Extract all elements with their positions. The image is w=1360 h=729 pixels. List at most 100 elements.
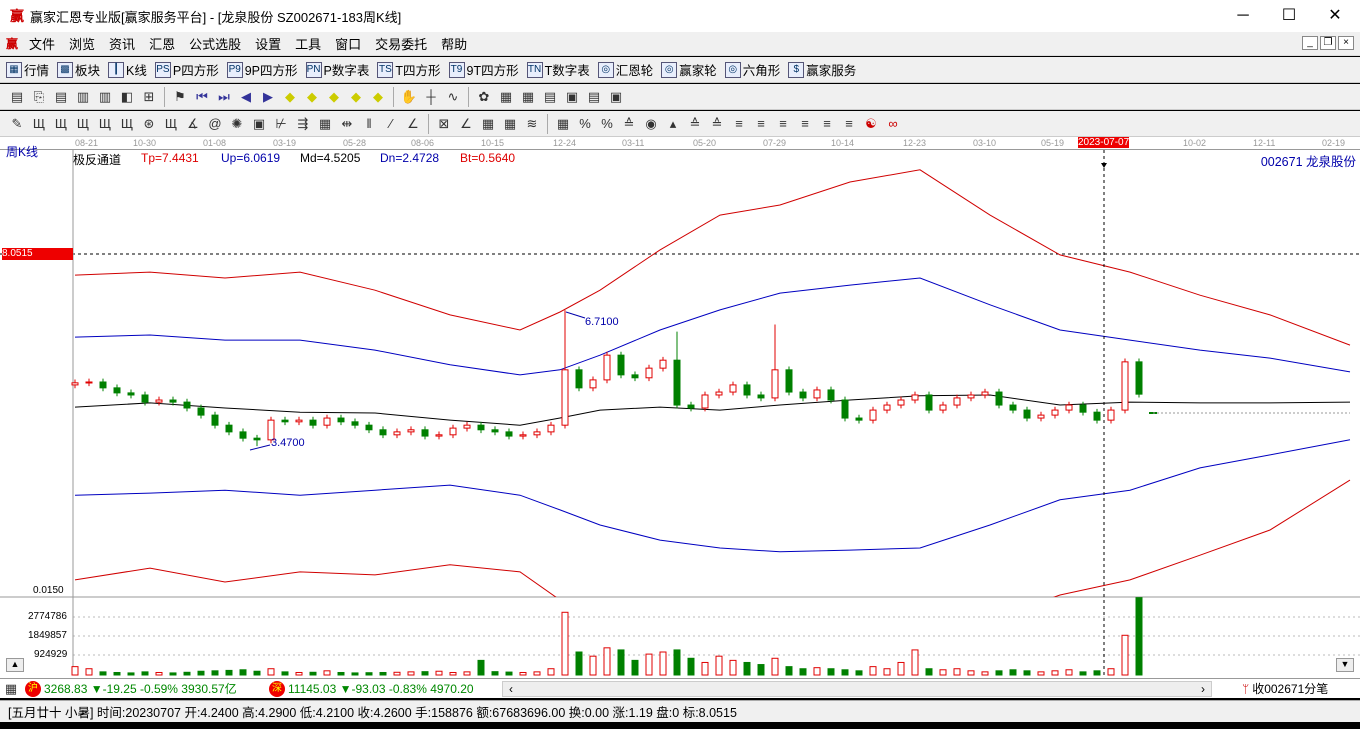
quote-table-icon[interactable]: ▦ xyxy=(2,680,20,698)
menu-3[interactable]: 汇恩 xyxy=(142,34,182,53)
star-icon[interactable]: ✺ xyxy=(228,115,246,133)
gann7-icon[interactable]: ≡ xyxy=(774,115,792,133)
calendar-icon[interactable]: ▦ xyxy=(497,88,515,106)
diamond-icon[interactable]: ◆ xyxy=(369,88,387,106)
close-button[interactable]: ✕ xyxy=(1312,0,1358,32)
grid3-icon[interactable]: ▦ xyxy=(479,115,497,133)
line-icon[interactable]: ∿ xyxy=(444,88,462,106)
minimize-button[interactable]: ─ xyxy=(1220,0,1266,32)
bars3-icon[interactable]: Щ xyxy=(74,115,92,133)
toolbar-button-0[interactable]: ▦ 行情 xyxy=(6,60,49,79)
last-icon[interactable]: ⏭ xyxy=(215,88,233,106)
kline-chart[interactable] xyxy=(0,137,1360,678)
left-icon[interactable]: ◀ xyxy=(237,88,255,106)
gann6-icon[interactable]: ≡ xyxy=(752,115,770,133)
hand-icon[interactable]: ✋ xyxy=(400,88,418,106)
toolbar-button-6[interactable]: TS T四方形 xyxy=(377,60,441,79)
pencil-icon[interactable]: ✎ xyxy=(8,115,26,133)
channel-icon[interactable]: ǁ xyxy=(360,115,378,133)
doc-icon[interactable]: ▤ xyxy=(52,88,70,106)
grid4-icon[interactable]: ▦ xyxy=(501,115,519,133)
news-icon[interactable]: ▤ xyxy=(541,88,559,106)
ticker-scrollbar[interactable]: ‹ › xyxy=(502,680,1212,697)
table-icon[interactable]: ▦ xyxy=(554,115,572,133)
shanghai-index[interactable]: 3268.83 ▼-19.25 -0.59% 3930.57亿 xyxy=(44,680,266,697)
toolbar-button-4[interactable]: P9 9P四方形 xyxy=(226,60,298,79)
maximize-button[interactable]: ☐ xyxy=(1266,0,1312,32)
diamond-up-icon[interactable]: ◆ xyxy=(281,88,299,106)
right-icon[interactable]: ▶ xyxy=(259,88,277,106)
scroll-down-button[interactable]: ▼ xyxy=(1336,658,1354,672)
fork-icon[interactable]: ⊬ xyxy=(272,115,290,133)
cross-chart-icon[interactable]: ⊞ xyxy=(140,88,158,106)
menu-6[interactable]: 工具 xyxy=(288,34,328,53)
tick-detail-link[interactable]: 收002671分笔 xyxy=(1252,680,1328,697)
diamond-left-icon[interactable]: ◆ xyxy=(325,88,343,106)
copy-icon[interactable]: ⎘ xyxy=(30,88,48,106)
scroll-left-icon[interactable]: ‹ xyxy=(509,682,513,696)
menu-0[interactable]: 文件 xyxy=(22,34,62,53)
gann3-icon[interactable]: ▴ xyxy=(664,115,682,133)
scroll-up-button[interactable]: ▲ xyxy=(6,658,24,672)
bars2-icon[interactable]: Щ xyxy=(52,115,70,133)
arrows-icon[interactable]: ⇶ xyxy=(294,115,312,133)
bars4-icon[interactable]: Щ xyxy=(96,115,114,133)
toolbar-button-8[interactable]: TN T数字表 xyxy=(526,60,590,79)
book-icon[interactable]: ▤ xyxy=(8,88,26,106)
gann5-icon[interactable]: ≡ xyxy=(730,115,748,133)
cross-arrow-icon[interactable]: ⇹ xyxy=(338,115,356,133)
diamond-down-icon[interactable]: ◆ xyxy=(303,88,321,106)
toolbar-button-3[interactable]: PS P四方形 xyxy=(154,60,219,79)
bars5-icon[interactable]: Щ xyxy=(118,115,136,133)
box-icon[interactable]: ▣ xyxy=(250,115,268,133)
toolbar-button-9[interactable]: ◎ 汇恩轮 xyxy=(597,60,653,79)
grid2-icon[interactable]: ▦ xyxy=(316,115,334,133)
percent-icon[interactable]: % xyxy=(598,115,616,133)
toolbar-button-5[interactable]: PN P数字表 xyxy=(305,60,369,79)
fan-icon[interactable]: ∡ xyxy=(184,115,202,133)
angle-icon[interactable]: ∠ xyxy=(457,115,475,133)
gann10-icon[interactable]: ≡ xyxy=(840,115,858,133)
bars1-icon[interactable]: Щ xyxy=(30,115,48,133)
toolbar-button-10[interactable]: ◎ 赢家轮 xyxy=(661,60,717,79)
first-icon[interactable]: ⏮ xyxy=(193,88,211,106)
mdi-close-button[interactable]: × xyxy=(1338,36,1354,50)
gann2-icon[interactable]: ◉ xyxy=(642,115,660,133)
gann1-icon[interactable]: ≙ xyxy=(620,115,638,133)
parallel-icon[interactable]: ≋ xyxy=(523,115,541,133)
gann9-icon[interactable]: ≡ xyxy=(818,115,836,133)
menu-1[interactable]: 浏览 xyxy=(62,34,102,53)
flag-icon[interactable]: ⚑ xyxy=(171,88,189,106)
percent-swash-icon[interactable]: % xyxy=(576,115,594,133)
print-icon[interactable]: ▤ xyxy=(585,88,603,106)
chart-small2-icon[interactable]: ▥ xyxy=(96,88,114,106)
toolbar-button-2[interactable]: ┃ K线 xyxy=(108,60,147,79)
menu-9[interactable]: 帮助 xyxy=(434,34,474,53)
menu-2[interactable]: 资讯 xyxy=(102,34,142,53)
crosshair-icon[interactable]: ┼ xyxy=(422,88,440,106)
fan2-icon[interactable]: ⁄ xyxy=(382,115,400,133)
gann4-icon[interactable]: ≙ xyxy=(708,115,726,133)
calculator-icon[interactable]: ▦ xyxy=(519,88,537,106)
spiral-icon[interactable]: @ xyxy=(206,115,224,133)
box-x-icon[interactable]: ⊠ xyxy=(435,115,453,133)
arrow-flag-icon[interactable]: ≙ xyxy=(686,115,704,133)
circle-grid-icon[interactable]: ⊛ xyxy=(140,115,158,133)
scroll-right-icon[interactable]: › xyxy=(1201,682,1205,696)
menu-7[interactable]: 窗口 xyxy=(328,34,368,53)
infinity-icon[interactable]: ∞ xyxy=(884,115,902,133)
chart-small-icon[interactable]: ▥ xyxy=(74,88,92,106)
save-icon[interactable]: ▣ xyxy=(563,88,581,106)
menu-8[interactable]: 交易委托 xyxy=(368,34,434,53)
toolbar-button-7[interactable]: T9 9T四方形 xyxy=(448,60,519,79)
diamond-right-icon[interactable]: ◆ xyxy=(347,88,365,106)
shenzhen-index[interactable]: 11145.03 ▼-93.03 -0.83% 4970.20 xyxy=(288,682,492,696)
candle-icon[interactable]: ◧ xyxy=(118,88,136,106)
menu-4[interactable]: 公式选股 xyxy=(182,34,248,53)
toolbar-button-11[interactable]: ◎ 六角形 xyxy=(724,60,780,79)
mdi-restore-button[interactable]: ❐ xyxy=(1320,36,1336,50)
toolbar-button-12[interactable]: $ 赢家服务 xyxy=(788,60,856,79)
toolbar-button-1[interactable]: ▩ 板块 xyxy=(57,60,100,79)
yinyang-icon[interactable]: ☯ xyxy=(862,115,880,133)
pitch-icon[interactable]: ∠ xyxy=(404,115,422,133)
